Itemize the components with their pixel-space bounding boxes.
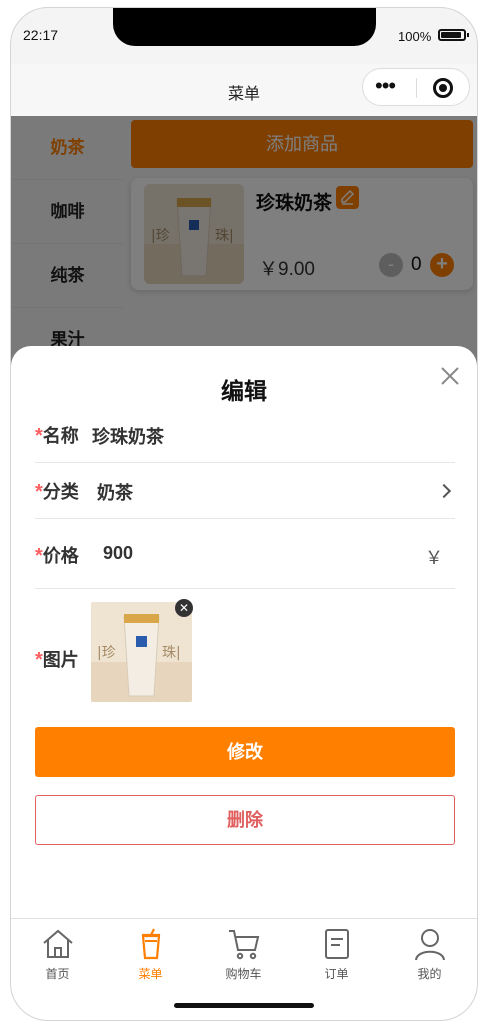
price-label: *价格 [35,545,79,567]
status-time: 22:17 [23,27,59,43]
sheet-title: 编辑 [221,378,267,404]
divider [35,462,455,463]
more-icon[interactable]: ••• [375,75,396,97]
category-label: *分类 [35,481,79,503]
yen-unit: ￥ [425,548,443,568]
battery-icon [438,29,469,41]
divider [35,588,455,589]
tab-label: 菜单 [138,967,163,981]
name-row: *名称 珍珠奶茶 [35,422,455,452]
home-indicator [174,1003,314,1008]
tab-cart[interactable]: 购物车 [197,927,290,982]
uploaded-image[interactable]: |珍 珠| [91,602,192,702]
image-label: *图片 [35,649,79,671]
modify-button[interactable]: 修改 [35,727,455,777]
tab-label: 购物车 [225,967,262,981]
divider [35,518,455,519]
tab-menu[interactable]: 菜单 [104,927,197,982]
delete-button[interactable]: 删除 [35,795,455,845]
category-row[interactable]: *分类 奶茶 [35,478,455,508]
capsule-divider [416,78,417,98]
svg-text:|珍: |珍 [97,645,116,661]
required-mark: * [35,649,43,671]
phone-frame: 22:17 100% 菜单 ••• 奶茶 咖啡 纯茶 果汁 添加商品 [10,7,478,1021]
svg-text:珠|: 珠| [162,645,181,661]
tab-home[interactable]: 首页 [11,927,104,982]
tab-label: 我的 [417,967,442,981]
required-mark: * [35,425,43,447]
close-icon[interactable] [439,365,461,387]
close-miniprogram-icon[interactable] [433,78,453,98]
user-icon [414,929,445,961]
price-row: *价格 900 [35,542,455,572]
battery-percent: 100% [398,29,432,44]
remove-image-icon[interactable]: ✕ [175,599,193,617]
name-input[interactable]: 珍珠奶茶 [92,423,164,449]
category-picker[interactable]: 奶茶 [97,479,133,505]
tab-profile[interactable]: 我的 [383,927,476,982]
cart-icon [228,930,259,960]
miniprogram-capsule: ••• [362,68,470,106]
order-icon [324,929,349,959]
price-input[interactable]: 900 [103,543,133,564]
name-label: *名称 [35,425,79,447]
required-mark: * [35,481,43,503]
notch [113,8,376,46]
tab-label: 首页 [45,967,70,981]
tab-label: 订单 [324,967,349,981]
required-mark: * [35,545,43,567]
home-icon [42,929,73,958]
tab-orders[interactable]: 订单 [290,927,383,982]
drink-cup-icon [141,928,160,960]
